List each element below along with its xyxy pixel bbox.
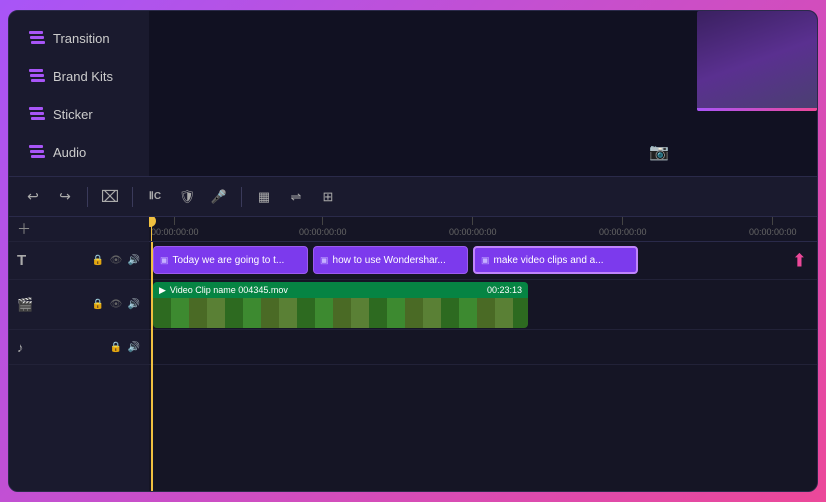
video-clip-frames — [153, 298, 528, 328]
sidebar-item-brand-kits-label: Brand Kits — [53, 69, 113, 84]
top-section: Transition Brand Kits Sticker Audio — [9, 11, 817, 176]
subtitle-clip-1-icon: ▣ — [160, 255, 169, 266]
video-clip-name: Video Clip name 004345.mov — [170, 285, 288, 295]
timeline-ruler: 00:00:00:00 00:00:00:00 00:00:00:00 00:0… — [149, 217, 817, 242]
video-track-lock[interactable]: 🔒 — [91, 298, 105, 312]
undo-button[interactable]: ↩ — [19, 183, 47, 211]
ruler-label-2: 00:00:00:00 — [449, 227, 497, 237]
text-track-label: T 🔒 👁 🔊 — [9, 242, 149, 280]
timeline-section: ＋ T 🔒 👁 🔊 🎬 🔒 👁 🔊 — [9, 217, 817, 491]
sidebar-item-transition[interactable]: Transition — [15, 20, 143, 56]
video-clip-header: ▶ Video Clip name 004345.mov 00:23:13 — [153, 282, 528, 298]
ruler-tick-0: 00:00:00:00 — [151, 217, 199, 237]
audio-track-row — [149, 330, 817, 365]
video-clip[interactable]: ▶ Video Clip name 004345.mov 00:23:13 — [153, 282, 528, 328]
audio-track-icon: ♪ — [17, 340, 24, 355]
redo-button[interactable]: ↪ — [51, 183, 79, 211]
cursor-icon: ⬆ — [792, 250, 807, 271]
toolbar-divider-2 — [132, 187, 133, 207]
sticker-icon — [29, 106, 45, 122]
ruler-tick-2: 00:00:00:00 — [449, 217, 497, 237]
video-track-controls: 🔒 👁 🔊 — [91, 298, 141, 312]
video-track-audio[interactable]: 🔊 — [127, 298, 141, 312]
sidebar-item-sticker[interactable]: Sticker — [15, 96, 143, 132]
preview-thumbnail — [697, 11, 817, 111]
ruler-label-4: 00:00:00:00 — [749, 227, 797, 237]
video-track-label: 🎬 🔒 👁 🔊 — [9, 280, 149, 330]
audio-track-label: ♪ 🔒 🔊 — [9, 330, 149, 365]
subtitle-clip-3-text: make video clips and a... — [494, 255, 604, 266]
subtitle-clip-1[interactable]: ▣ Today we are going to t... — [153, 246, 308, 274]
sidebar-item-brand-kits[interactable]: Brand Kits — [15, 58, 143, 94]
video-clip-play-icon: ▶ — [159, 285, 166, 296]
add-track-row[interactable]: ＋ — [9, 217, 149, 242]
subtitle-clip-2-text: how to use Wondershar... — [333, 255, 446, 266]
subtitle-track: ▣ Today we are going to t... ▣ how to us… — [149, 242, 817, 280]
playhead-line — [151, 242, 153, 491]
subtitle-clip-1-text: Today we are going to t... — [173, 255, 285, 266]
app-container: Transition Brand Kits Sticker Audio — [8, 10, 818, 492]
video-track-eye[interactable]: 👁 — [109, 298, 123, 312]
track-labels: ＋ T 🔒 👁 🔊 🎬 🔒 👁 🔊 — [9, 217, 149, 491]
brand-kits-icon — [29, 68, 45, 84]
audio-icon — [29, 144, 45, 160]
copy-button[interactable]: ⊞ — [314, 183, 342, 211]
subtitle-clip-2-icon: ▣ — [320, 255, 329, 266]
tracks-area: ▣ Today we are going to t... ▣ how to us… — [149, 242, 817, 491]
text-track-eye[interactable]: 👁 — [109, 254, 123, 268]
crop-button[interactable]: ⌧ — [96, 183, 124, 211]
preview-area: 📷 — [149, 11, 817, 176]
layout-button[interactable]: ▦ — [250, 183, 278, 211]
video-track-icon: 🎬 — [17, 297, 33, 313]
connect-button[interactable]: ⇌ — [282, 183, 310, 211]
sidebar-item-sticker-label: Sticker — [53, 107, 93, 122]
add-track-icon[interactable]: ＋ — [17, 219, 31, 239]
audio-track-audio-ctrl[interactable]: 🔊 — [127, 340, 141, 354]
subtitle-clip-3[interactable]: ▣ make video clips and a... — [473, 246, 638, 274]
subtitle-clip-3-icon: ▣ — [481, 255, 490, 266]
ruler-label-0: 00:00:00:00 — [151, 227, 199, 237]
sidebar: Transition Brand Kits Sticker Audio — [9, 11, 149, 176]
audio-track-lock[interactable]: 🔒 — [109, 340, 123, 354]
toolbar-divider-1 — [87, 187, 88, 207]
subtitle-clip-2[interactable]: ▣ how to use Wondershar... — [313, 246, 468, 274]
ruler-tick-4: 00:00:00:00 — [749, 217, 797, 237]
sidebar-item-audio[interactable]: Audio — [15, 134, 143, 170]
ruler-tick-3: 00:00:00:00 — [599, 217, 647, 237]
timeline-content: 00:00:00:00 00:00:00:00 00:00:00:00 00:0… — [149, 217, 817, 491]
sidebar-item-transition-label: Transition — [53, 31, 110, 46]
text-track-icon: T — [17, 252, 26, 269]
split-button[interactable]: ⅡC — [141, 183, 169, 211]
toolbar: ↩ ↪ ⌧ ⅡC 🛡 🎤 ▦ ⇌ ⊞ — [9, 177, 817, 217]
text-track-controls: 🔒 👁 🔊 — [91, 254, 141, 268]
transition-icon — [29, 30, 45, 46]
shield-button[interactable]: 🛡 — [173, 183, 201, 211]
video-clip-duration: 00:23:13 — [487, 285, 522, 295]
ruler-tick-1: 00:00:00:00 — [299, 217, 347, 237]
sidebar-item-audio-label: Audio — [53, 145, 86, 160]
ruler-label-1: 00:00:00:00 — [299, 227, 347, 237]
audio-track-controls: 🔒 🔊 — [109, 340, 141, 354]
toolbar-divider-3 — [241, 187, 242, 207]
video-track: ▶ Video Clip name 004345.mov 00:23:13 — [149, 280, 817, 330]
text-track-lock[interactable]: 🔒 — [91, 254, 105, 268]
ruler-label-3: 00:00:00:00 — [599, 227, 647, 237]
text-track-audio[interactable]: 🔊 — [127, 254, 141, 268]
camera-icon: 📷 — [649, 142, 669, 162]
mic-button[interactable]: 🎤 — [205, 183, 233, 211]
